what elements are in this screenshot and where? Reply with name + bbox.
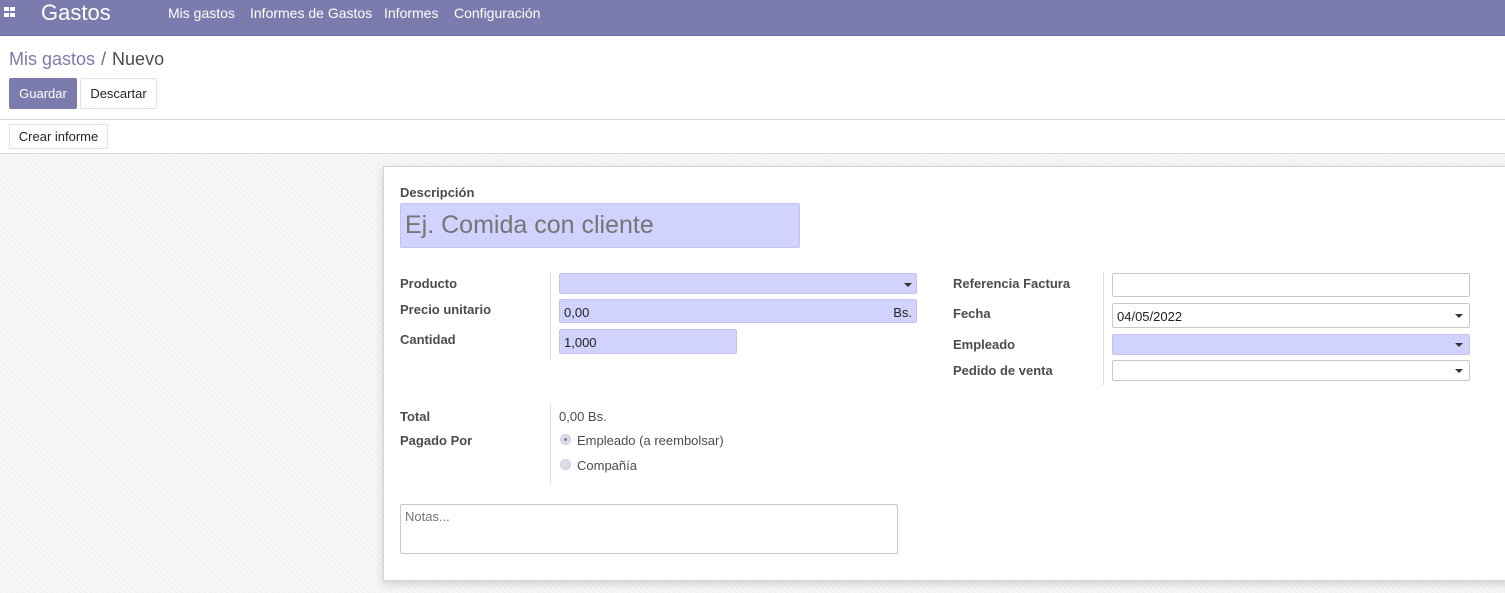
menu-informes[interactable]: Informes	[384, 5, 438, 21]
currency-symbol: Bs.	[893, 305, 912, 320]
breadcrumb-separator: /	[101, 49, 107, 69]
menu-mis-gastos[interactable]: Mis gastos	[168, 5, 235, 21]
create-report-button[interactable]: Crear informe	[9, 124, 108, 149]
quantity-label: Cantidad	[400, 332, 456, 347]
chevron-down-icon	[1455, 314, 1463, 318]
unit-price-value: 0,00	[564, 305, 590, 320]
radio-employee-label[interactable]: Empleado (a reembolsar)	[577, 433, 724, 448]
chevron-down-icon	[1455, 343, 1463, 347]
paid-by-label: Pagado Por	[400, 433, 473, 448]
field-separator	[550, 404, 551, 484]
total-value: 0,00 Bs.	[559, 409, 607, 424]
sale-order-label: Pedido de venta	[953, 363, 1053, 378]
menu-informes-de-gastos[interactable]: Informes de Gastos	[250, 5, 372, 21]
product-label: Producto	[400, 276, 458, 291]
top-navbar: Gastos Mis gastos Informes de Gastos Inf…	[0, 0, 1505, 36]
employee-label: Empleado	[953, 337, 1016, 352]
invoice-ref-label: Referencia Factura	[953, 276, 1071, 291]
total-label: Total	[400, 409, 431, 424]
product-select[interactable]	[559, 273, 917, 294]
radio-company-label[interactable]: Compañía	[577, 458, 637, 473]
employee-select[interactable]	[1112, 334, 1470, 355]
discard-button[interactable]: Descartar	[80, 78, 157, 109]
apps-menu-icon[interactable]	[4, 7, 15, 18]
unit-price-label: Precio unitario	[400, 302, 492, 317]
date-select[interactable]: 04/05/2022	[1112, 303, 1470, 328]
invoice-ref-input[interactable]	[1112, 273, 1470, 297]
breadcrumb-current: Nuevo	[112, 49, 165, 69]
date-label: Fecha	[953, 306, 991, 321]
breadcrumb-parent[interactable]: Mis gastos	[9, 49, 95, 69]
sale-order-select[interactable]	[1112, 360, 1470, 381]
description-input[interactable]	[400, 203, 800, 248]
notes-textarea[interactable]	[400, 504, 898, 554]
quantity-input[interactable]: 1,000	[559, 329, 737, 354]
chevron-down-icon	[904, 283, 912, 287]
radio-company[interactable]	[560, 459, 571, 470]
field-separator	[1103, 272, 1104, 385]
field-separator	[550, 272, 551, 360]
unit-price-input[interactable]: 0,00 Bs.	[559, 299, 917, 323]
save-button[interactable]: Guardar	[9, 78, 77, 109]
app-title[interactable]: Gastos	[41, 0, 111, 25]
chevron-down-icon	[1455, 369, 1463, 373]
quantity-value: 1,000	[564, 335, 597, 350]
menu-configuracion[interactable]: Configuración	[454, 5, 540, 21]
radio-employee[interactable]	[560, 434, 571, 445]
date-value: 04/05/2022	[1117, 309, 1183, 324]
description-label: Descripción	[400, 185, 475, 200]
breadcrumb: Mis gastos / Nuevo	[9, 49, 164, 69]
divider	[0, 119, 1505, 120]
